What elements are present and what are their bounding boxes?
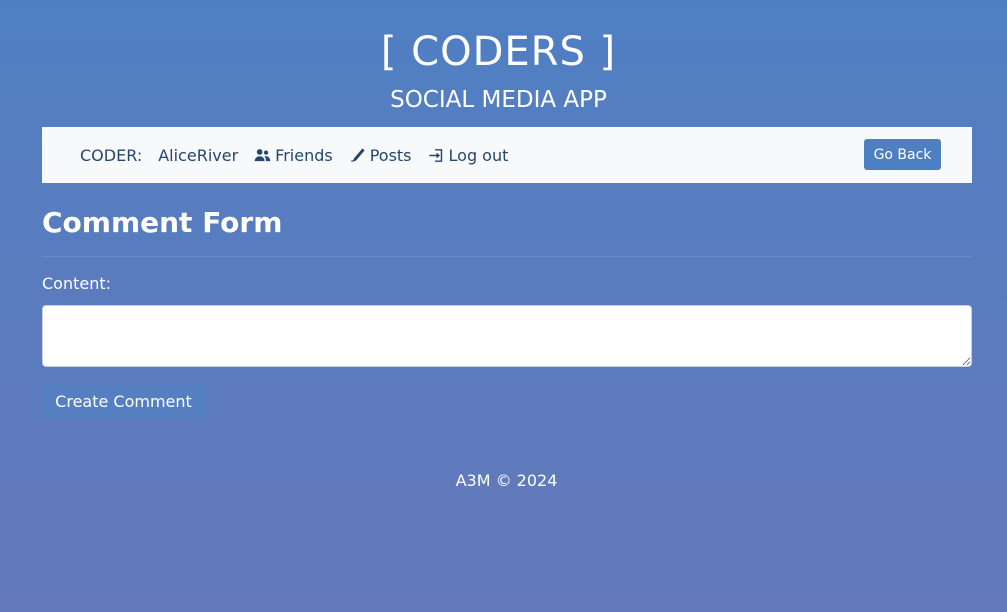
users-icon: [254, 148, 271, 161]
comment-form-title: Comment Form: [42, 206, 283, 239]
friends-link[interactable]: Friends: [254, 146, 333, 165]
coder-label: CODER:: [80, 145, 143, 165]
posts-link-label: Posts: [369, 145, 412, 165]
title-divider: [42, 256, 972, 257]
friends-link-label: Friends: [275, 145, 333, 165]
content-textarea[interactable]: [42, 305, 972, 367]
main-navbar: CODER: AliceRiver Friends Posts Log out …: [42, 127, 972, 183]
log-out-icon: [428, 148, 442, 162]
pen-icon: [350, 147, 365, 162]
app-title: [ CODERS ]: [380, 29, 617, 75]
username: AliceRiver: [158, 145, 239, 165]
go-back-button[interactable]: Go Back: [864, 139, 941, 170]
content-label: Content:: [42, 274, 112, 293]
posts-link[interactable]: Posts: [349, 146, 412, 165]
log-out-link-label: Log out: [448, 145, 509, 165]
app-subtitle: SOCIAL MEDIA APP: [390, 87, 607, 113]
footer-copyright: A3M © 2024: [455, 471, 558, 490]
log-out-link[interactable]: Log out: [428, 145, 509, 165]
create-comment-button[interactable]: Create Comment: [42, 383, 205, 420]
